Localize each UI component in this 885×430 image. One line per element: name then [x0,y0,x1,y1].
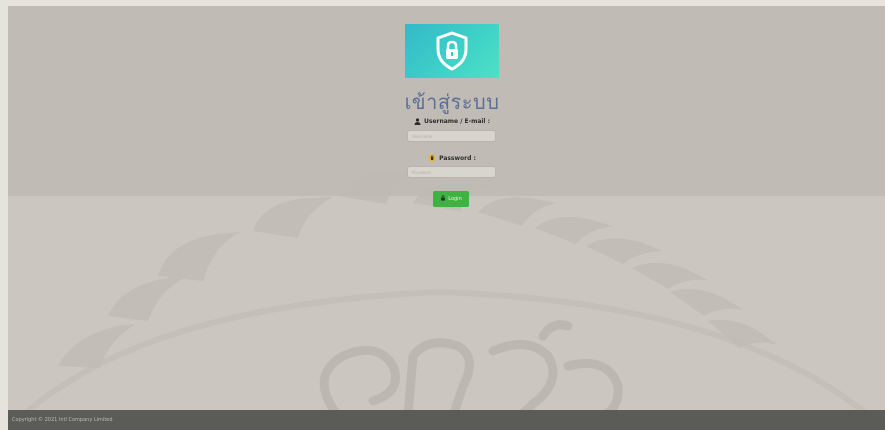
username-input[interactable] [407,130,496,142]
password-label: Password : [352,154,552,162]
username-label-text: Username / E-mail : [424,118,490,125]
login-button-label: Login [448,196,462,202]
logo [405,24,499,78]
shield-lock-icon [436,31,468,71]
footer: Copyright © 2021 Intl Company Limited [8,410,885,430]
user-icon [414,118,421,125]
copyright-text: Copyright © 2021 Intl Company Limited [12,417,113,423]
login-button[interactable]: Login [433,191,469,207]
password-input[interactable] [407,166,496,178]
key-icon [428,154,436,162]
login-icon [440,195,446,203]
page-title: เข้าสู่ระบบ [404,90,500,114]
password-label-text: Password : [439,154,476,162]
screen: เข้าสู่ระบบ Username / E-mail : Password… [0,0,885,430]
login-page: เข้าสู่ระบบ Username / E-mail : Password… [8,6,885,430]
username-label: Username / E-mail : [352,118,552,125]
